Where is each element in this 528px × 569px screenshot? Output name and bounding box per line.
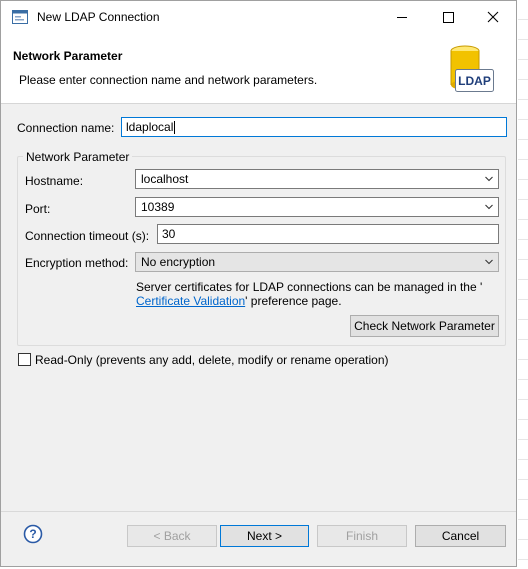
minimize-icon (397, 17, 407, 18)
encryption-label: Encryption method: (25, 256, 129, 270)
connection-name-label: Connection name: (17, 121, 115, 135)
footer-separator (1, 511, 516, 512)
chevron-down-icon[interactable] (485, 175, 493, 183)
close-icon (487, 11, 499, 23)
close-button[interactable] (470, 1, 516, 33)
background-window-strip (518, 0, 528, 569)
connection-name-value: ldaplocal (126, 120, 174, 134)
finish-button[interactable]: Finish (317, 525, 407, 547)
app-window-icon (12, 10, 28, 24)
timeout-label: Connection timeout (s): (25, 229, 150, 243)
text-cursor (174, 121, 176, 135)
wizard-header: Network Parameter Please enter connectio… (1, 33, 516, 104)
next-button[interactable]: Next > (220, 525, 309, 547)
hostname-value: localhost (141, 172, 189, 186)
info-text-2: ' preference page. (245, 294, 342, 308)
port-combo[interactable]: 10389 (135, 197, 499, 217)
page-title: Network Parameter (13, 49, 123, 63)
ldap-logo-text: LDAP (458, 74, 491, 88)
port-label: Port: (25, 202, 51, 216)
minimize-button[interactable] (379, 1, 425, 33)
maximize-button[interactable] (425, 1, 471, 33)
read-only-label: Read-Only (prevents any add, delete, mod… (35, 353, 389, 367)
timeout-input[interactable]: 30 (157, 224, 499, 244)
cancel-button[interactable]: Cancel (415, 525, 506, 547)
hostname-label: Hostname: (25, 174, 84, 188)
network-parameter-group-title: Network Parameter (23, 150, 133, 164)
window-title: New LDAP Connection (37, 10, 160, 24)
hostname-combo[interactable]: localhost (135, 169, 499, 189)
help-icon[interactable]: ? (23, 524, 43, 544)
port-value: 10389 (141, 200, 175, 214)
info-text-1: Server certificates for LDAP connections… (136, 280, 483, 294)
dialog-window: New LDAP Connection Network Parameter Pl… (0, 0, 517, 567)
encryption-value: No encryption (141, 255, 216, 269)
timeout-value: 30 (162, 227, 176, 241)
chevron-down-icon[interactable] (485, 203, 493, 211)
ldap-database-icon: LDAP (450, 45, 494, 92)
chevron-down-icon[interactable] (485, 258, 493, 266)
certificate-info-text: Server certificates for LDAP connections… (136, 280, 486, 308)
page-description: Please enter connection name and network… (19, 73, 318, 87)
check-network-parameter-button[interactable]: Check Network Parameter (350, 315, 499, 337)
encryption-method-select[interactable]: No encryption (135, 252, 499, 272)
svg-text:?: ? (29, 527, 36, 541)
connection-name-input[interactable]: ldaplocal (121, 117, 507, 137)
certificate-validation-link[interactable]: Certificate Validation (136, 294, 245, 308)
back-button[interactable]: < Back (127, 525, 217, 547)
read-only-checkbox[interactable] (18, 353, 31, 366)
maximize-icon (443, 12, 454, 23)
title-bar: New LDAP Connection (1, 1, 516, 33)
